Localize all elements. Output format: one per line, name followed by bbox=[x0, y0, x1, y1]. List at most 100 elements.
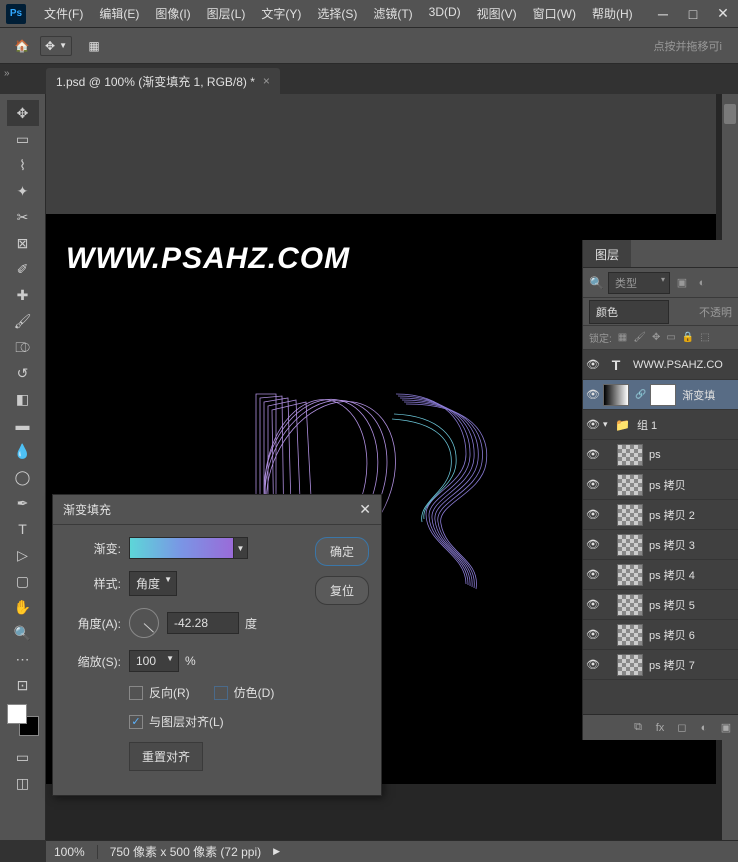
layer-thumbnail[interactable] bbox=[617, 444, 643, 466]
lock-pixels-icon[interactable]: ▦ bbox=[618, 332, 627, 343]
minimize-button[interactable]: ─ bbox=[648, 2, 678, 26]
angle-input[interactable] bbox=[167, 612, 239, 634]
scroll-thumb[interactable] bbox=[724, 104, 736, 124]
move-tool-options[interactable]: ✥ ▼ bbox=[40, 36, 72, 56]
layer-row[interactable]: 👁ps 拷贝 7 bbox=[583, 650, 738, 680]
visibility-icon[interactable]: 👁 bbox=[583, 508, 603, 521]
ok-button[interactable]: 确定 bbox=[315, 537, 369, 566]
gradient-dropdown-icon[interactable]: ▼ bbox=[234, 537, 248, 559]
marquee-tool[interactable]: ▭ bbox=[7, 126, 39, 152]
visibility-icon[interactable]: 👁 bbox=[583, 628, 603, 641]
blur-tool[interactable]: 💧 bbox=[7, 438, 39, 464]
style-select[interactable]: 角度 ▼ bbox=[129, 571, 177, 596]
new-group-icon[interactable]: ▣ bbox=[718, 721, 734, 734]
gradient-tool[interactable]: ▬ bbox=[7, 412, 39, 438]
eraser-tool[interactable]: ◧ bbox=[7, 386, 39, 412]
menu-item[interactable]: 图层(L) bbox=[199, 0, 254, 28]
layer-thumbnail[interactable] bbox=[603, 384, 629, 406]
layer-thumbnail[interactable] bbox=[617, 594, 643, 616]
reset-align-button[interactable]: 重置对齐 bbox=[129, 742, 203, 771]
cancel-button[interactable]: 复位 bbox=[315, 576, 369, 605]
screen-mode[interactable]: ▭ bbox=[7, 744, 39, 770]
layer-thumbnail[interactable] bbox=[617, 654, 643, 676]
layers-tab[interactable]: 图层 bbox=[583, 240, 631, 267]
home-icon[interactable]: 🏠 bbox=[8, 32, 36, 60]
fill-icon[interactable]: ⬚ bbox=[700, 332, 709, 343]
layer-name[interactable]: WWW.PSAHZ.CO bbox=[633, 359, 723, 371]
layer-row[interactable]: 👁 ps 拷贝 5 bbox=[583, 590, 738, 620]
visibility-icon[interactable]: 👁 bbox=[583, 358, 603, 371]
layer-thumbnail[interactable] bbox=[617, 624, 643, 646]
filter-adjust-icon[interactable]: ◐ bbox=[694, 275, 710, 291]
dodge-tool[interactable]: ◯ bbox=[7, 464, 39, 490]
lasso-tool[interactable]: ⌇ bbox=[7, 152, 39, 178]
visibility-icon[interactable]: 👁 bbox=[583, 478, 603, 491]
close-button[interactable]: ✕ bbox=[708, 2, 738, 26]
dialog-close-icon[interactable]: ✕ bbox=[359, 501, 371, 518]
visibility-icon[interactable]: 👁 bbox=[583, 448, 603, 461]
layer-row[interactable]: 👁ps 拷贝 3 bbox=[583, 530, 738, 560]
layer-row[interactable]: 👁 ps 拷贝 6 bbox=[583, 620, 738, 650]
layer-thumbnail[interactable] bbox=[617, 534, 643, 556]
menu-item[interactable]: 图像(I) bbox=[147, 0, 198, 28]
layer-row[interactable]: 👁 ps 拷贝 4 bbox=[583, 560, 738, 590]
layer-name[interactable]: ps 拷贝 2 bbox=[649, 507, 695, 523]
menu-item[interactable]: 帮助(H) bbox=[584, 0, 641, 28]
layer-thumbnail[interactable] bbox=[617, 474, 643, 496]
visibility-icon[interactable]: 👁 bbox=[583, 568, 603, 581]
brush-tool[interactable]: 🖌 bbox=[7, 308, 39, 334]
layer-row[interactable]: 👁 ps 拷贝 2 bbox=[583, 500, 738, 530]
frame-tool[interactable]: ⊠ bbox=[7, 230, 39, 256]
filter-type-select[interactable]: 类型 ▾ bbox=[608, 272, 670, 294]
layer-name[interactable]: ps 拷贝 3 bbox=[649, 537, 695, 553]
extra-tool[interactable]: ◫ bbox=[7, 770, 39, 796]
status-menu-icon[interactable]: ▶ bbox=[273, 846, 280, 857]
pen-tool[interactable]: ✒ bbox=[7, 490, 39, 516]
tab-close-icon[interactable]: × bbox=[263, 74, 270, 88]
menu-item[interactable]: 文字(Y) bbox=[253, 0, 309, 28]
rectangle-tool[interactable]: ▢ bbox=[7, 568, 39, 594]
healing-tool[interactable]: ✚ bbox=[7, 282, 39, 308]
type-tool[interactable]: T bbox=[7, 516, 39, 542]
layer-thumbnail[interactable] bbox=[617, 564, 643, 586]
layer-style-icon[interactable]: fx bbox=[652, 722, 668, 734]
move-tool[interactable]: ✥ bbox=[7, 100, 39, 126]
document-tab[interactable]: 1.psd @ 100% (渐变填充 1, RGB/8) * × bbox=[46, 68, 280, 94]
eyedropper-tool[interactable]: ✐ bbox=[7, 256, 39, 282]
foreground-color[interactable] bbox=[7, 704, 27, 724]
path-select-tool[interactable]: ▷ bbox=[7, 542, 39, 568]
layer-name[interactable]: ps 拷贝 4 bbox=[649, 567, 695, 583]
menu-item[interactable]: 编辑(E) bbox=[91, 0, 147, 28]
align-icon[interactable]: ▦ bbox=[80, 32, 108, 60]
history-brush-tool[interactable]: ↺ bbox=[7, 360, 39, 386]
menu-item[interactable]: 滤镜(T) bbox=[365, 0, 420, 28]
link-layers-icon[interactable]: ⧉ bbox=[630, 721, 646, 734]
menu-item[interactable]: 窗口(W) bbox=[525, 0, 584, 28]
visibility-icon[interactable]: 👁 bbox=[583, 658, 603, 671]
layer-name[interactable]: 组 1 bbox=[637, 417, 657, 433]
lock-position-icon[interactable]: ✥ bbox=[652, 332, 660, 343]
mask-mode[interactable]: ⊡ bbox=[7, 672, 39, 698]
layer-row[interactable]: 👁ps 拷贝 bbox=[583, 470, 738, 500]
hand-tool[interactable]: ✋ bbox=[7, 594, 39, 620]
lock-artboard-icon[interactable]: ▭ bbox=[666, 332, 675, 343]
blend-mode-select[interactable]: 颜色 bbox=[589, 300, 669, 324]
visibility-icon[interactable]: 👁 bbox=[583, 598, 603, 611]
zoom-level[interactable]: 100% bbox=[54, 845, 98, 859]
align-checkbox[interactable] bbox=[129, 715, 143, 729]
menu-item[interactable]: 选择(S) bbox=[309, 0, 365, 28]
layer-row[interactable]: 👁ps bbox=[583, 440, 738, 470]
quick-select-tool[interactable]: ✦ bbox=[7, 178, 39, 204]
menu-item[interactable]: 视图(V) bbox=[469, 0, 525, 28]
crop-tool[interactable]: ✂ bbox=[7, 204, 39, 230]
layer-row[interactable]: 👁TWWW.PSAHZ.CO bbox=[583, 350, 738, 380]
add-mask-icon[interactable]: ◻ bbox=[674, 721, 690, 734]
angle-wheel[interactable] bbox=[129, 608, 159, 638]
expand-icon[interactable]: ▾ bbox=[603, 419, 615, 430]
lock-paint-icon[interactable]: 🖌 bbox=[633, 332, 646, 343]
layer-name[interactable]: ps 拷贝 6 bbox=[649, 627, 695, 643]
adjustment-layer-icon[interactable]: ◐ bbox=[696, 722, 712, 734]
layer-name[interactable]: ps 拷贝 5 bbox=[649, 597, 695, 613]
filter-image-icon[interactable]: ▣ bbox=[674, 275, 690, 291]
reverse-checkbox[interactable] bbox=[129, 686, 143, 700]
